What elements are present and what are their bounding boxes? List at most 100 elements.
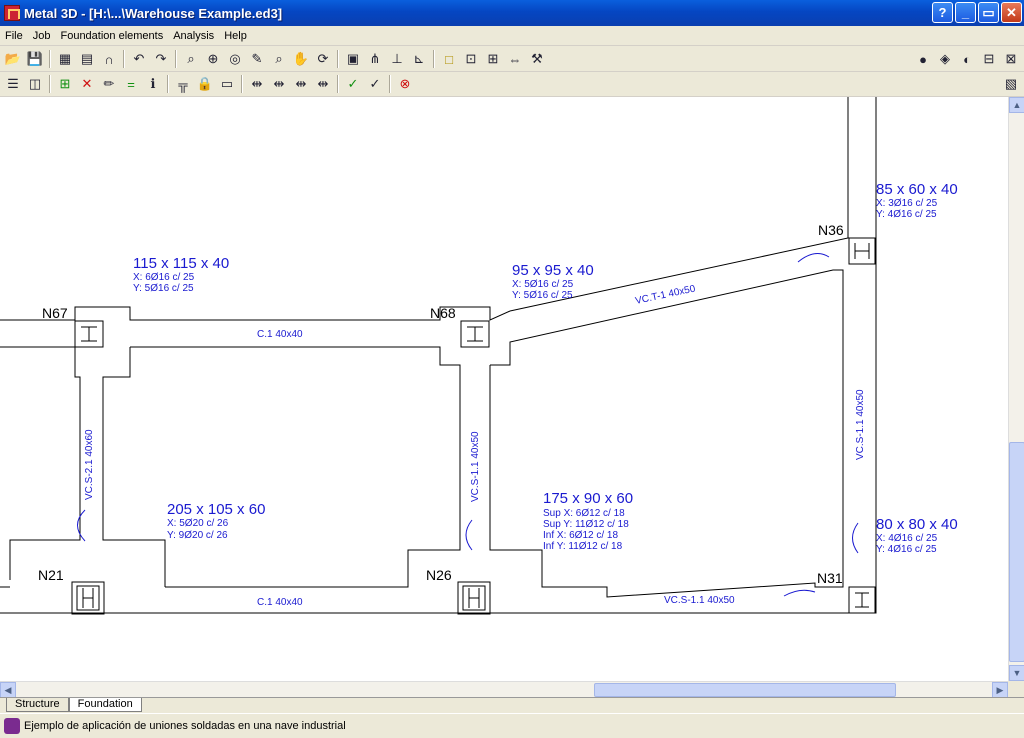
column-n31[interactable]	[848, 586, 876, 614]
rotation-arrow-icon	[77, 509, 86, 542]
snap-icon[interactable]: ⊡	[460, 48, 482, 70]
tab-structure[interactable]: Structure	[6, 698, 69, 712]
globe-icon[interactable]: ●	[912, 48, 934, 70]
horizontal-scroll-thumb[interactable]	[594, 683, 896, 697]
tools-icon[interactable]: ⚒	[526, 48, 548, 70]
add-icon[interactable]: ⊞	[54, 73, 76, 95]
foundation-drawing: N67 N68 N36 N21 N26 N31 115 x 115 x 40 X…	[0, 97, 958, 615]
footing-rebar-y: Y: 5Ø16 c/ 25	[133, 283, 194, 294]
column-n68[interactable]	[460, 320, 490, 348]
support-icon[interactable]: ⊥	[386, 48, 408, 70]
toolbar-separator	[241, 75, 243, 93]
status-text: Ejemplo de aplicación de uniones soldada…	[24, 720, 346, 732]
delete-icon[interactable]: ✕	[76, 73, 98, 95]
dimension-icon[interactable]: ⇔	[504, 48, 526, 70]
report-icon[interactable]: ▧	[1000, 73, 1022, 95]
node-icon[interactable]: ⋔	[364, 48, 386, 70]
square-icon[interactable]: □	[438, 48, 460, 70]
menu-file[interactable]: File	[0, 30, 28, 42]
window-b-icon[interactable]: ⊠	[1000, 48, 1022, 70]
column-n21[interactable]	[71, 581, 105, 615]
open-icon[interactable]: 📂	[2, 48, 24, 70]
horizontal-scrollbar[interactable]: ◀ ▶	[0, 681, 1008, 698]
tie-icon[interactable]: ▭	[216, 73, 238, 95]
footing-dims: 115 x 115 x 40	[133, 255, 229, 272]
axes-icon[interactable]: ⊾	[408, 48, 430, 70]
align-c-icon[interactable]: ⇹	[290, 73, 312, 95]
measure-icon[interactable]: ✎	[246, 48, 268, 70]
beam-label: VC.S-1.1 40x50	[664, 595, 735, 606]
box-icon[interactable]: ◫	[24, 73, 46, 95]
edit-icon[interactable]: ✏	[98, 73, 120, 95]
rotation-arrow-icon	[783, 589, 816, 597]
window-a-icon[interactable]: ⊟	[978, 48, 1000, 70]
beam-label: C.1 40x40	[257, 597, 303, 608]
beam-label: VC.T-1 40x50	[634, 283, 697, 307]
footing-rebar-inf-x: Inf X: 6Ø12 c/ 18	[543, 530, 618, 541]
close-button[interactable]: ✕	[1001, 2, 1022, 23]
node-label-n68: N68	[430, 305, 456, 321]
minimize-button[interactable]: _	[955, 2, 976, 23]
node-label-n36: N36	[818, 222, 844, 238]
footing-dims: 95 x 95 x 40	[512, 262, 594, 279]
beam-label: VC.S-1.1 40x50	[855, 389, 866, 460]
column-n67[interactable]	[74, 320, 104, 348]
foundation-toolbar: ☰ ◫ ⊞ ✕ ✏ = ℹ ╦ 🔒 ▭ ⇹ ⇹ ⇹ ⇹ ✓ ✓ ⊗ ▧	[0, 72, 1024, 97]
grid-icon[interactable]: ⊞	[482, 48, 504, 70]
tab-foundation[interactable]: Foundation	[68, 698, 142, 712]
footing-dims: 175 x 90 x 60	[543, 490, 633, 507]
drawing-canvas[interactable]: N67 N68 N36 N21 N26 N31 115 x 115 x 40 X…	[0, 97, 1008, 681]
vertical-scroll-thumb[interactable]	[1009, 442, 1024, 662]
menu-analysis[interactable]: Analysis	[168, 30, 219, 42]
menu-help[interactable]: Help	[219, 30, 252, 42]
column-n26[interactable]	[457, 581, 491, 615]
menu-bar: File Job Foundation elements Analysis He…	[0, 26, 1024, 46]
zoom-window-icon[interactable]: ⌕	[180, 48, 202, 70]
toolbar-separator	[49, 50, 51, 68]
refresh-icon[interactable]: ⟳	[312, 48, 334, 70]
zoom-in-icon[interactable]: ⊕	[202, 48, 224, 70]
info-icon[interactable]: ℹ	[142, 73, 164, 95]
equal-icon[interactable]: =	[120, 73, 142, 95]
rotation-arrow-icon	[797, 252, 830, 263]
zoom-all-icon[interactable]: ◎	[224, 48, 246, 70]
layers-icon[interactable]: ◈	[934, 48, 956, 70]
print-icon[interactable]: ▦	[54, 48, 76, 70]
check-icon[interactable]: ✓	[342, 73, 364, 95]
align-b-icon[interactable]: ⇹	[268, 73, 290, 95]
view-3d-icon[interactable]: ▣	[342, 48, 364, 70]
column-n36[interactable]	[848, 237, 876, 265]
menu-foundation-elements[interactable]: Foundation elements	[55, 30, 168, 42]
help-button[interactable]: ?	[932, 2, 953, 23]
pan-hand-icon[interactable]: ✋	[290, 48, 312, 70]
scroll-right-icon[interactable]: ▶	[992, 682, 1008, 698]
beam-icon[interactable]: ╦	[172, 73, 194, 95]
footing-rebar-y: Y: 5Ø16 c/ 25	[512, 290, 573, 301]
print-setup-icon[interactable]: ◐	[956, 48, 978, 70]
view-tabs: Structure Foundation	[0, 697, 1024, 712]
scroll-left-icon[interactable]: ◀	[0, 682, 16, 698]
footing-rebar-x: X: 6Ø16 c/ 25	[133, 272, 195, 283]
node-label-n26: N26	[426, 567, 452, 583]
footing-rebar-x: X: 5Ø20 c/ 26	[167, 518, 229, 529]
redo-icon[interactable]: ↷	[150, 48, 172, 70]
stop-icon[interactable]: ⊗	[394, 73, 416, 95]
footing-rebar-x: X: 3Ø16 c/ 25	[876, 198, 938, 209]
menu-job[interactable]: Job	[28, 30, 56, 42]
save-icon[interactable]: 💾	[24, 48, 46, 70]
print-preview-icon[interactable]: ▤	[76, 48, 98, 70]
scroll-up-icon[interactable]: ▲	[1009, 97, 1024, 113]
toolbar-separator	[167, 75, 169, 93]
vertical-scrollbar[interactable]: ▲ ▼	[1008, 97, 1024, 681]
list-icon[interactable]: ☰	[2, 73, 24, 95]
lock-icon[interactable]: 🔒	[194, 73, 216, 95]
undo-icon[interactable]: ↶	[128, 48, 150, 70]
check-edit-icon[interactable]: ✓	[364, 73, 386, 95]
zoom-previous-icon[interactable]: ⌕	[268, 48, 290, 70]
magnet-icon[interactable]: ∩	[98, 48, 120, 70]
outline-left-column	[0, 346, 81, 580]
restore-button[interactable]: ▭	[978, 2, 999, 23]
scroll-down-icon[interactable]: ▼	[1009, 665, 1024, 681]
align-a-icon[interactable]: ⇹	[246, 73, 268, 95]
align-d-icon[interactable]: ⇹	[312, 73, 334, 95]
